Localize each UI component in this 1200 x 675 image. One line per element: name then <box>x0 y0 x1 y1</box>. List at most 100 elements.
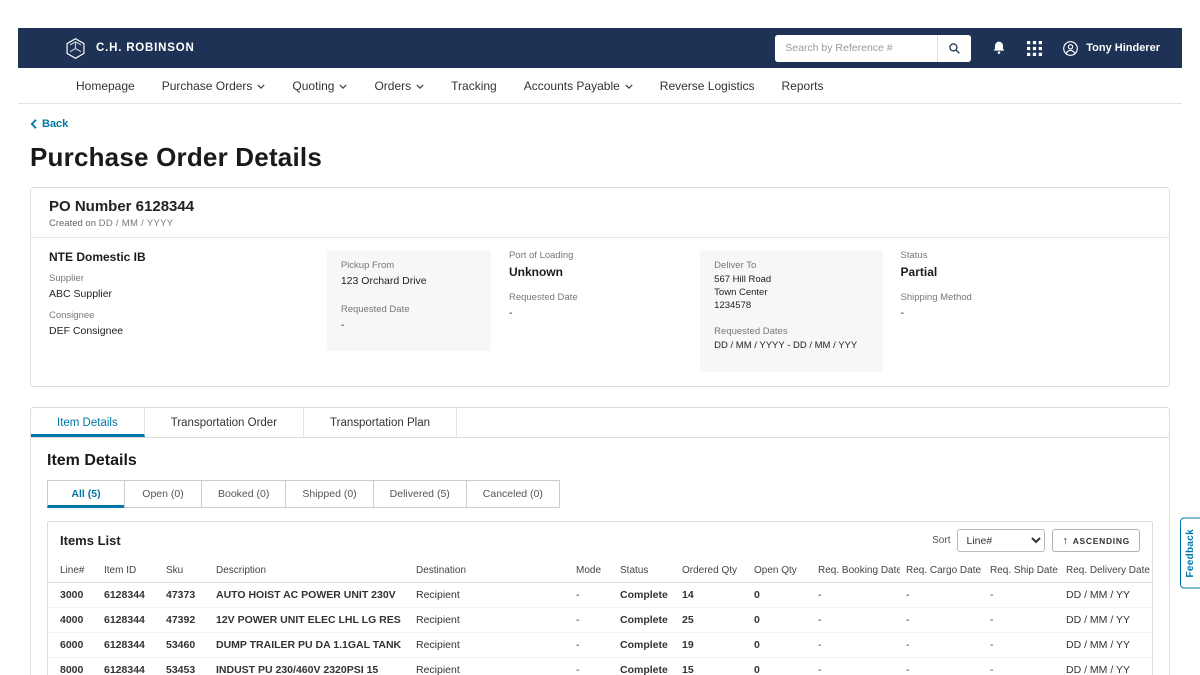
nav-item-quoting[interactable]: Quoting <box>292 79 347 93</box>
sort-direction-label: ASCENDING <box>1073 536 1130 546</box>
tab-item-details[interactable]: Item Details <box>31 408 145 437</box>
cell: 53453 <box>160 658 210 675</box>
cell: 6000 <box>48 633 98 658</box>
column-header-req-delivery-date[interactable]: Req. Delivery Date <box>1060 559 1152 583</box>
column-header-mode[interactable]: Mode <box>570 559 614 583</box>
items-list-panel: Items List Sort Line# ↑ ASCENDING <box>47 521 1153 675</box>
shipping-method-label: Shipping Method <box>901 292 1133 303</box>
filter-tab-delivered-5[interactable]: Delivered (5) <box>373 480 467 508</box>
cell: AUTO HOIST AC POWER UNIT 230V <box>210 583 410 608</box>
column-header-sku[interactable]: Sku <box>160 559 210 583</box>
chevron-down-icon <box>257 84 265 89</box>
search-input[interactable] <box>775 35 937 62</box>
nav-item-label: Purchase Orders <box>162 79 253 93</box>
cell: - <box>812 658 900 675</box>
column-header-req-ship-date[interactable]: Req. Ship Date <box>984 559 1060 583</box>
nav-item-accounts-payable[interactable]: Accounts Payable <box>524 79 633 93</box>
column-header-ordered-qty[interactable]: Ordered Qty <box>676 559 748 583</box>
tab-transportation-plan[interactable]: Transportation Plan <box>304 408 457 437</box>
nav-item-label: Accounts Payable <box>524 79 620 93</box>
column-header-description[interactable]: Description <box>210 559 410 583</box>
filter-tab-booked-0[interactable]: Booked (0) <box>201 480 286 508</box>
nav-item-reverse-logistics[interactable]: Reverse Logistics <box>660 79 755 93</box>
nte-label: NTE Domestic IB <box>49 250 309 264</box>
filter-tab-open-0[interactable]: Open (0) <box>124 480 202 508</box>
cell: 4000 <box>48 608 98 633</box>
created-on-label: Created on <box>49 218 96 229</box>
port-of-loading-value: Unknown <box>509 264 682 280</box>
cell: DD / MM / YY <box>1060 583 1152 608</box>
ascending-arrow-icon: ↑ <box>1062 535 1068 547</box>
column-header-open-qty[interactable]: Open Qty <box>748 559 812 583</box>
sort-select[interactable]: Line# <box>957 529 1045 552</box>
nav-item-orders[interactable]: Orders <box>374 79 424 93</box>
cell: 12V POWER UNIT ELEC LHL LG RES <box>210 608 410 633</box>
po-detail-card: Item DetailsTransportation OrderTranspor… <box>30 407 1170 675</box>
cell: - <box>812 608 900 633</box>
table-row[interactable]: 6000612834453460DUMP TRAILER PU DA 1.1GA… <box>48 633 1152 658</box>
column-header-item-id[interactable]: Item ID <box>98 559 160 583</box>
table-row[interactable]: 3000612834447373AUTO HOIST AC POWER UNIT… <box>48 583 1152 608</box>
nav-item-label: Homepage <box>76 79 135 93</box>
cell: 53460 <box>160 633 210 658</box>
nav-item-purchase-orders[interactable]: Purchase Orders <box>162 79 266 93</box>
cell: 0 <box>748 608 812 633</box>
nav-item-reports[interactable]: Reports <box>782 79 824 93</box>
requested-date-port-label: Requested Date <box>509 292 682 303</box>
po-col-parties: NTE Domestic IB Supplier ABC Supplier Co… <box>49 250 327 372</box>
cell: 47392 <box>160 608 210 633</box>
apps-menu-button[interactable] <box>1027 41 1042 56</box>
table-row[interactable]: 8000612834453453INDUST PU 230/460V 2320P… <box>48 658 1152 675</box>
cell: 47373 <box>160 583 210 608</box>
top-navbar: C.H. ROBINSON <box>18 28 1182 68</box>
deliver-to-line2: Town Center <box>714 287 868 300</box>
po-number: PO Number 6128344 <box>49 198 1151 215</box>
pickup-from-label: Pickup From <box>341 260 477 271</box>
cell: - <box>984 608 1060 633</box>
feedback-button[interactable]: Feedback <box>1180 518 1200 589</box>
nav-item-tracking[interactable]: Tracking <box>451 79 497 93</box>
cell: DUMP TRAILER PU DA 1.1GAL TANK <box>210 633 410 658</box>
search-button[interactable] <box>937 35 971 62</box>
brand[interactable]: C.H. ROBINSON <box>64 37 195 60</box>
cell: DD / MM / YY <box>1060 633 1152 658</box>
cell: - <box>984 633 1060 658</box>
chevron-down-icon <box>416 84 424 89</box>
status-badge: Partial <box>901 264 1133 280</box>
table-row[interactable]: 400061283444739212V POWER UNIT ELEC LHL … <box>48 608 1152 633</box>
cell: INDUST PU 230/460V 2320PSI 15 <box>210 658 410 675</box>
po-col-status: Status Partial Shipping Method - <box>901 250 1151 372</box>
sort-label: Sort <box>932 535 950 546</box>
back-link[interactable]: Back <box>30 118 68 130</box>
filter-tab-canceled-0[interactable]: Canceled (0) <box>466 480 560 508</box>
consignee-value: DEF Consignee <box>49 324 309 338</box>
user-menu[interactable]: Tony Hinderer <box>1062 40 1160 57</box>
cell: - <box>984 583 1060 608</box>
requested-date-pickup-label: Requested Date <box>341 304 477 315</box>
column-header-status[interactable]: Status <box>614 559 676 583</box>
column-header-req-booking-date[interactable]: Req. Booking Date <box>812 559 900 583</box>
tab-transportation-order[interactable]: Transportation Order <box>145 408 304 437</box>
cell: 0 <box>748 583 812 608</box>
po-col-pickup: Pickup From 123 Orchard Drive Requested … <box>327 250 491 351</box>
user-name: Tony Hinderer <box>1086 42 1160 54</box>
chevron-down-icon <box>625 84 633 89</box>
cell: 0 <box>748 633 812 658</box>
cell: 14 <box>676 583 748 608</box>
filter-tab-shipped-0[interactable]: Shipped (0) <box>285 480 373 508</box>
cell: Complete <box>614 633 676 658</box>
cell: Complete <box>614 658 676 675</box>
requested-date-pickup-value: - <box>341 318 477 332</box>
search-icon <box>948 42 961 55</box>
supplier-label: Supplier <box>49 273 309 284</box>
nav-item-homepage[interactable]: Homepage <box>76 79 135 93</box>
sort-direction-button[interactable]: ↑ ASCENDING <box>1052 529 1140 552</box>
column-header-line[interactable]: Line# <box>48 559 98 583</box>
column-header-req-cargo-date[interactable]: Req. Cargo Date <box>900 559 984 583</box>
chrobinson-logo-icon <box>64 37 87 60</box>
status-label: Status <box>901 250 1133 261</box>
nav-item-label: Reverse Logistics <box>660 79 755 93</box>
filter-tab-all-5[interactable]: All (5) <box>47 480 125 508</box>
notifications-button[interactable] <box>991 40 1007 56</box>
column-header-destination[interactable]: Destination <box>410 559 570 583</box>
